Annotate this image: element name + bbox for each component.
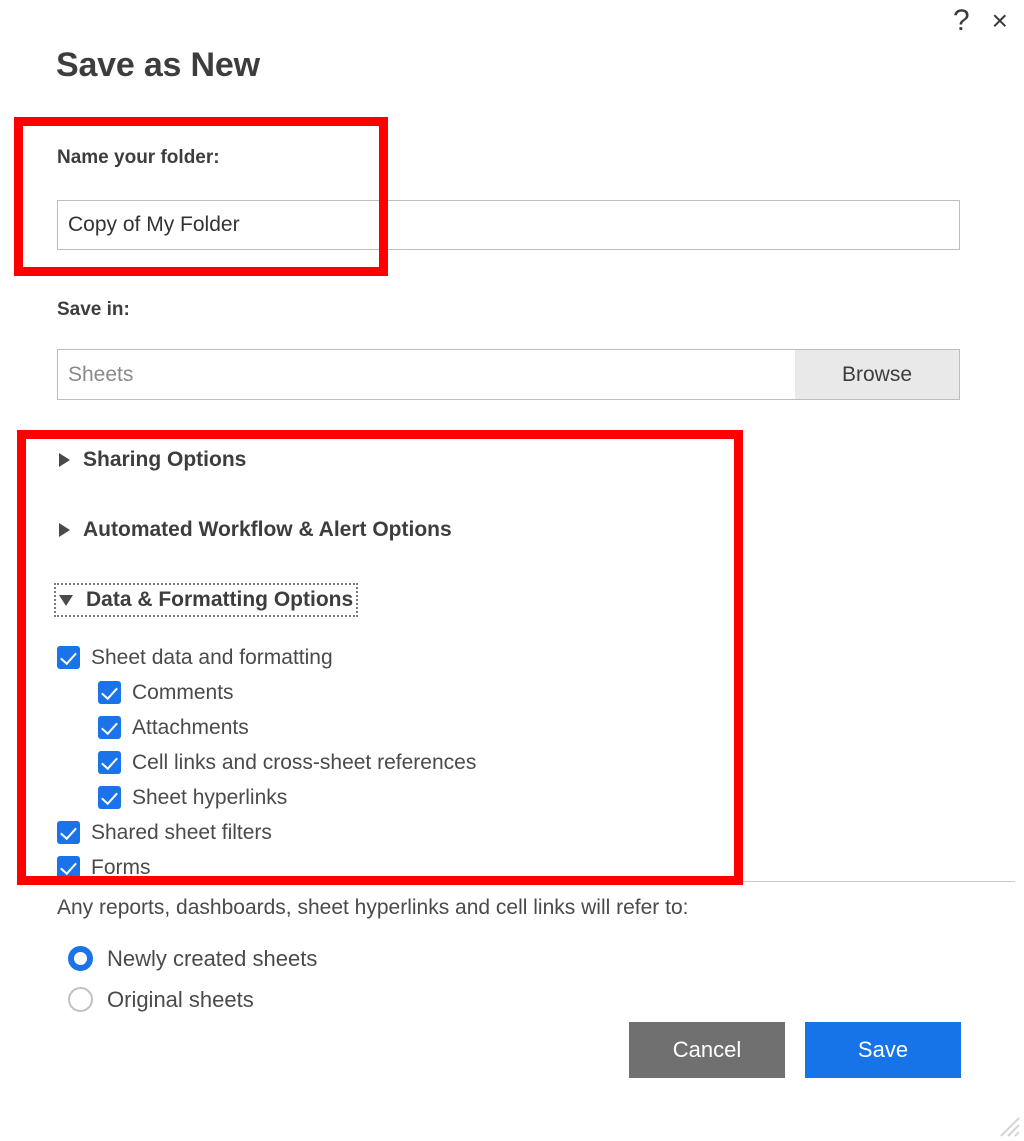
page-title: Save as New	[56, 46, 260, 84]
browse-button[interactable]: Browse	[795, 349, 960, 400]
radio-label: Newly created sheets	[107, 945, 318, 971]
save-button[interactable]: Save	[805, 1022, 961, 1078]
chevron-right-icon	[59, 523, 70, 537]
save-as-new-dialog: ? × Save as New Name your folder: Save i…	[0, 0, 1024, 1141]
section-label: Sharing Options	[83, 448, 247, 471]
refer-to-radio-group: Newly created sheets Original sheets	[68, 938, 317, 1020]
checkbox-icon[interactable]	[57, 646, 80, 669]
checkbox-label: Attachments	[132, 715, 249, 739]
annotation-box-folder-name	[14, 117, 388, 276]
checkbox-icon[interactable]	[98, 681, 121, 704]
checkbox-row[interactable]: Sheet hyperlinks	[57, 780, 737, 815]
section-automated-workflow-alert-options[interactable]: Automated Workflow & Alert Options	[59, 518, 452, 542]
refer-to-note: Any reports, dashboards, sheet hyperlink…	[57, 896, 689, 919]
radio-selected-icon[interactable]	[68, 946, 93, 971]
cancel-button[interactable]: Cancel	[629, 1022, 785, 1078]
save-in-label: Save in:	[57, 299, 130, 320]
checkbox-icon[interactable]	[57, 856, 80, 879]
chevron-right-icon	[59, 453, 70, 467]
save-in-input[interactable]	[57, 349, 796, 400]
checkbox-label: Sheet hyperlinks	[132, 785, 288, 809]
checkbox-icon[interactable]	[98, 786, 121, 809]
chevron-down-icon	[59, 594, 73, 606]
section-data-formatting-options[interactable]: Data & Formatting Options	[53, 583, 359, 617]
radio-row-newly-created-sheets[interactable]: Newly created sheets	[68, 938, 317, 979]
checkbox-row[interactable]: Shared sheet filters	[57, 815, 737, 850]
data-formatting-checkbox-list: Sheet data and formatting Comments Attac…	[57, 640, 737, 885]
checkbox-row[interactable]: Forms	[57, 850, 737, 885]
checkbox-icon[interactable]	[98, 751, 121, 774]
checkbox-row[interactable]: Cell links and cross-sheet references	[57, 745, 737, 780]
checkbox-label: Comments	[132, 680, 234, 704]
radio-label: Original sheets	[107, 986, 254, 1012]
titlebar-icons: ? ×	[953, 6, 1008, 36]
help-icon[interactable]: ?	[953, 6, 970, 36]
checkbox-label: Sheet data and formatting	[91, 645, 333, 669]
checkbox-row[interactable]: Attachments	[57, 710, 737, 745]
section-label: Automated Workflow & Alert Options	[83, 518, 452, 541]
radio-row-original-sheets[interactable]: Original sheets	[68, 979, 317, 1020]
radio-unselected-icon[interactable]	[68, 987, 93, 1012]
checkbox-icon[interactable]	[98, 716, 121, 739]
resize-grip-icon[interactable]	[994, 1111, 1020, 1137]
folder-name-label: Name your folder:	[57, 147, 220, 168]
folder-name-input[interactable]	[57, 200, 960, 250]
close-icon[interactable]: ×	[992, 7, 1008, 35]
section-sharing-options[interactable]: Sharing Options	[59, 448, 246, 472]
divider	[40, 881, 1015, 882]
section-label: Data & Formatting Options	[86, 588, 354, 611]
checkbox-row[interactable]: Comments	[57, 675, 737, 710]
checkbox-label: Forms	[91, 855, 151, 879]
checkbox-icon[interactable]	[57, 821, 80, 844]
checkbox-row[interactable]: Sheet data and formatting	[57, 640, 737, 675]
checkbox-label: Cell links and cross-sheet references	[132, 750, 477, 774]
checkbox-label: Shared sheet filters	[91, 820, 272, 844]
